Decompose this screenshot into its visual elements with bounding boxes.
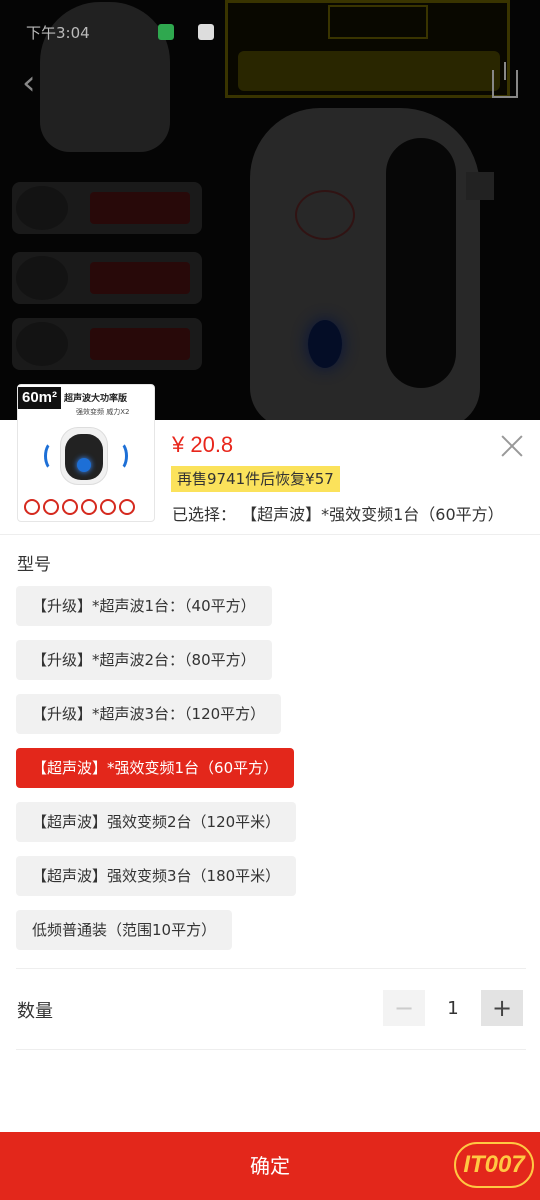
status-time: 下午3:04	[26, 23, 90, 42]
area-badge: 60m²	[18, 387, 62, 409]
quantity-plus-button[interactable]: +	[481, 990, 523, 1026]
quantity-stepper: − 1 +	[383, 990, 523, 1026]
selected-spec-text: 已选择： 【超声波】*强效变频1台（60平方）	[172, 505, 504, 524]
spec-title: 型号	[17, 555, 51, 575]
spec-option[interactable]: 【升级】*超声波3台：（120平方）	[16, 694, 282, 734]
device-icon	[60, 427, 108, 485]
divider	[16, 968, 526, 969]
promo-badge: 再售9741件后恢复¥57	[171, 466, 340, 492]
product-hero-image: 下午3:04 ‹	[0, 0, 540, 420]
product-price: ¥ 20.8	[172, 432, 234, 457]
pest-icons	[24, 499, 135, 515]
thumbnail-caption: 超声波大功率版	[64, 394, 128, 404]
divider	[16, 1049, 526, 1050]
thumbnail-subcaption: 强效变频 威力X2	[76, 408, 130, 416]
quantity-label: 数量	[17, 1001, 53, 1022]
spec-options: 【升级】*超声波1台：（40平方） 【升级】*超声波2台：（80平方） 【升级】…	[16, 586, 526, 964]
sku-selector-sheet: 60m² 超声波大功率版 强效变频 威力X2 ¥ 20.8 再售9741件后恢复…	[0, 384, 540, 1200]
product-thumbnail: 60m² 超声波大功率版 强效变频 威力X2	[17, 384, 155, 522]
spec-option[interactable]: 【超声波】强效变频3台（180平米）	[16, 856, 297, 896]
spec-option[interactable]: 【升级】*超声波2台：（80平方）	[16, 640, 272, 680]
watermark-logo: IT007	[454, 1142, 534, 1188]
share-icon[interactable]	[492, 62, 518, 98]
quantity-minus-button[interactable]: −	[383, 990, 425, 1026]
calendar-notification-icon	[197, 24, 214, 40]
app-notification-icon	[157, 24, 174, 40]
spec-option[interactable]: 低频普通装（范围10平方）	[16, 910, 233, 950]
spec-option[interactable]: 【超声波】强效变频2台（120平米）	[16, 802, 297, 842]
close-icon[interactable]	[500, 434, 524, 458]
divider	[0, 534, 540, 535]
spec-option-selected[interactable]: 【超声波】*强效变频1台（60平方）	[16, 748, 295, 788]
wave-icon	[110, 441, 128, 471]
status-bar: 下午3:04	[26, 18, 514, 46]
spec-option[interactable]: 【升级】*超声波1台：（40平方）	[16, 586, 272, 626]
quantity-value[interactable]: 1	[425, 998, 481, 1019]
back-arrow-icon[interactable]: ‹	[22, 66, 36, 100]
